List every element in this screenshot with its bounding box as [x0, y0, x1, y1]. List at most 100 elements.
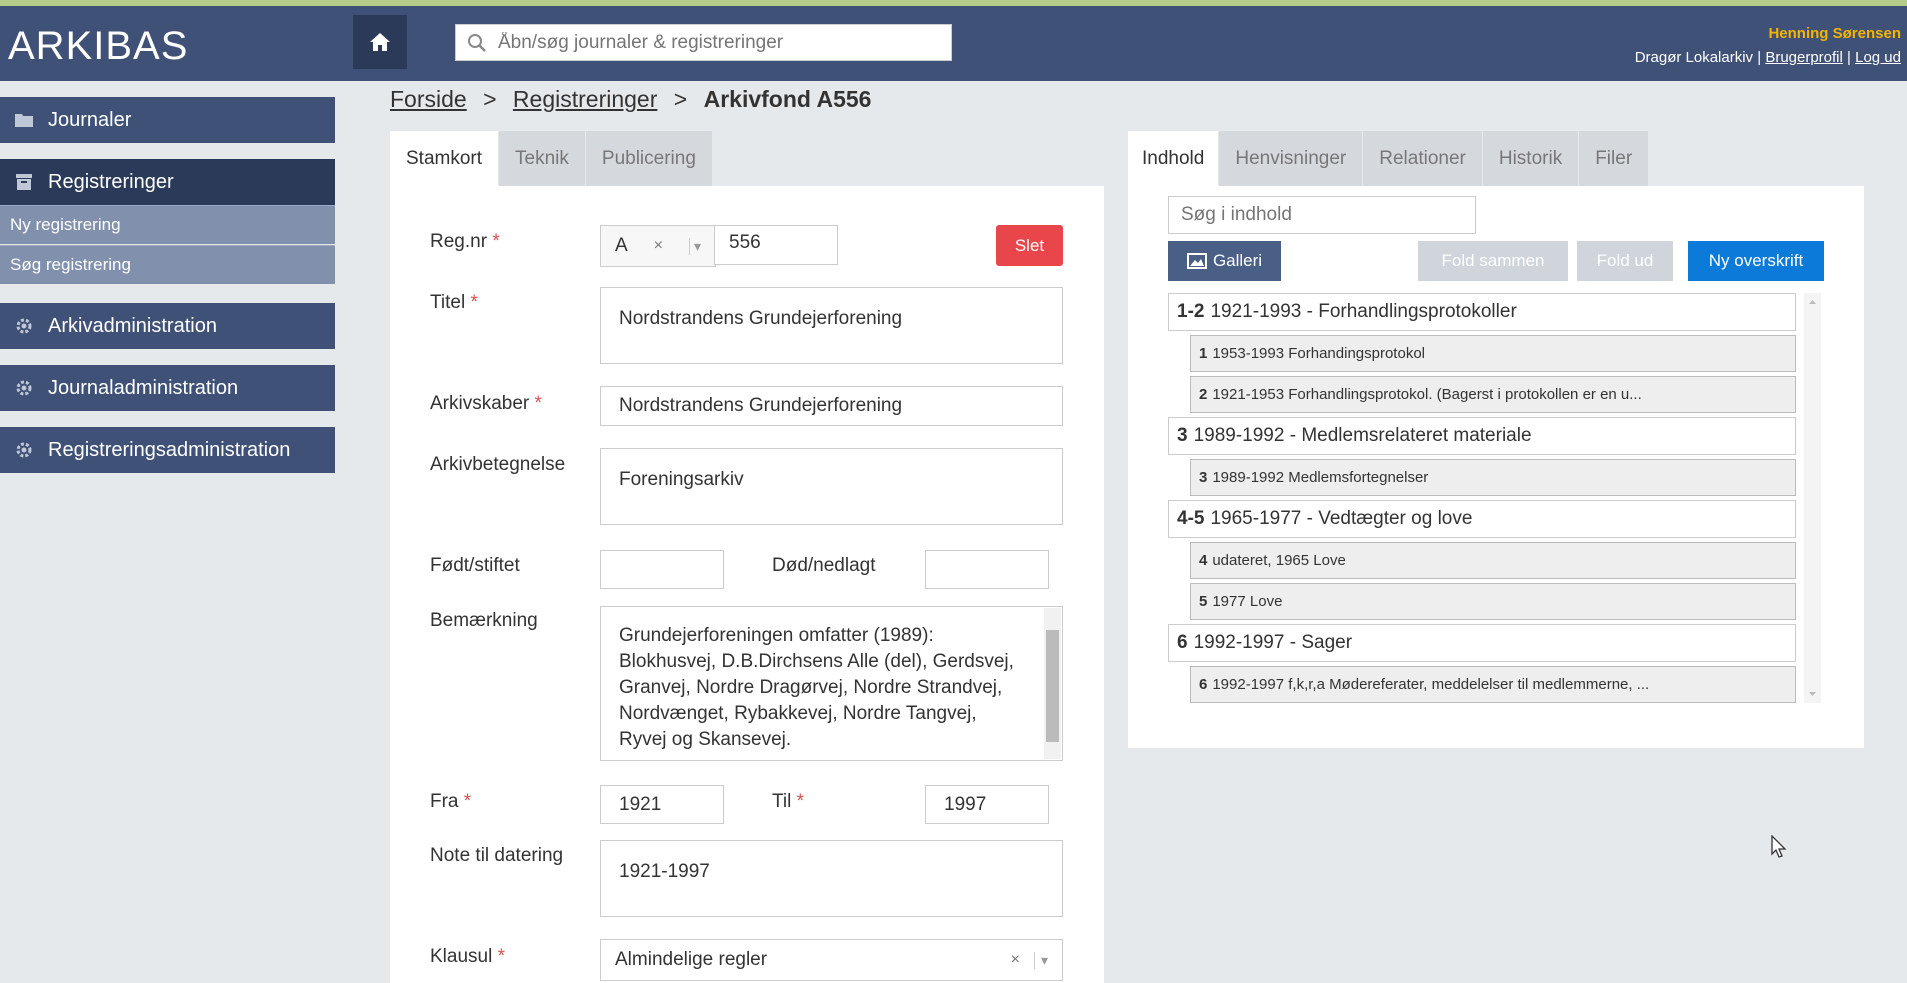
sidebar-subitem-ny-registrering[interactable]: Ny registrering [0, 205, 335, 244]
fodt-label: Født/stiftet [430, 555, 520, 576]
tree-item[interactable]: 6 1992-1997 f,k,r,a Mødereferater, meddel… [1190, 666, 1796, 703]
til-field[interactable]: 1997 [925, 785, 1049, 824]
tree-item[interactable]: 5 1977 Love [1190, 583, 1796, 620]
tab-henvisninger[interactable]: Henvisninger [1219, 131, 1364, 186]
tree-number: 4 [1199, 552, 1208, 569]
sidebar-subitem-sog-registrering[interactable]: Søg registrering [0, 245, 335, 284]
tree-item[interactable]: 3 1989-1992 Medlemsfortegnelser [1190, 459, 1796, 496]
logo-text: ARKIBAS [8, 24, 189, 68]
regnr-label: Reg.nr * [430, 231, 500, 253]
tree-text: 1989-1992 Medlemsfortegnelser [1212, 469, 1429, 486]
tree-item[interactable]: 2 1921-1953 Forhandlingsprotokol. (Bagers… [1190, 376, 1796, 413]
sidebar-item-registreringer[interactable]: Registreringer [0, 159, 335, 205]
tree-number: 5 [1199, 593, 1208, 610]
sidebar-item-journaler[interactable]: Journaler [0, 97, 335, 143]
tab-teknik[interactable]: Teknik [499, 131, 586, 186]
tree-item[interactable]: 1 1953-1993 Forhandingsprotokol [1190, 335, 1796, 372]
arkivskaber-field[interactable]: Nordstrandens Grundejerforening [600, 386, 1063, 426]
tree-heading[interactable]: 3 1989-1992 - Medlemsrelateret materiale [1168, 417, 1796, 455]
tab-publicering[interactable]: Publicering [585, 131, 713, 186]
tab-historik[interactable]: Historik [1482, 131, 1580, 186]
required-mark: * [470, 292, 478, 313]
content-search[interactable] [1168, 196, 1476, 234]
home-icon [370, 33, 390, 51]
titel-label: Titel * [430, 292, 478, 314]
app-header: ARKIBAS Henning Sørensen Dragør Lokalark… [0, 6, 1907, 81]
label-text: Til [772, 791, 792, 812]
app-logo[interactable]: ARKIBAS [8, 24, 188, 69]
label-text: Reg.nr [430, 231, 488, 252]
fodt-field[interactable] [600, 550, 724, 589]
sidebar-item-journaladministration[interactable]: Journaladministration [0, 365, 335, 411]
content-tabs: Indhold Henvisninger Relationer Historik… [1128, 131, 1650, 186]
profile-link[interactable]: Brugerprofil [1765, 49, 1843, 66]
global-search[interactable] [455, 24, 952, 61]
logout-link[interactable]: Log ud [1855, 49, 1901, 66]
tree-item[interactable]: 4 udateret, 1965 Love [1190, 542, 1796, 579]
arkivbetegnelse-field[interactable]: Foreningsarkiv [600, 448, 1063, 525]
klausul-select[interactable]: Almindelige regler × ▾ [600, 939, 1063, 981]
scroll-down-icon[interactable] [1804, 687, 1821, 701]
label-text: Arkivskaber [430, 393, 530, 414]
indhold-panel: Galleri Fold sammen Fold ud Ny overskrif… [1128, 186, 1864, 748]
note-field[interactable]: 1921-1997 [600, 840, 1063, 917]
chevron-down-icon[interactable]: ▾ [1033, 951, 1048, 969]
mouse-cursor-icon [1771, 835, 1787, 858]
tree-scrollbar[interactable] [1804, 293, 1821, 703]
tree-number: 6 [1177, 632, 1188, 653]
scroll-up-icon[interactable] [1804, 295, 1821, 309]
tree-text: 1977 Love [1212, 593, 1283, 610]
tab-indhold[interactable]: Indhold [1128, 131, 1220, 186]
home-button[interactable] [353, 15, 407, 69]
regnr-prefix-select[interactable]: A × ▾ [600, 225, 716, 267]
tab-relationer[interactable]: Relationer [1363, 131, 1483, 186]
breadcrumb-separator: > [483, 86, 497, 112]
breadcrumb-registreringer[interactable]: Registreringer [513, 86, 657, 112]
delete-button[interactable]: Slet [996, 225, 1063, 266]
bemaerkning-scrollbar[interactable] [1044, 608, 1061, 759]
tree-text: 1953-1993 Forhandingsprotokol [1212, 345, 1425, 362]
klausul-value: Almindelige regler [615, 949, 768, 970]
tree-text: 1992-1997 f,k,r,a Mødereferater, meddele… [1212, 676, 1650, 693]
required-mark: * [463, 791, 472, 812]
tree-text: 1992-1997 - Sager [1193, 632, 1353, 653]
tree-heading[interactable]: 6 1992-1997 - Sager [1168, 624, 1796, 662]
bemaerkning-text: Grundejerforeningen omfatter (1989): Blo… [619, 625, 1014, 750]
collapse-button[interactable]: Fold sammen [1418, 241, 1568, 281]
gallery-button[interactable]: Galleri [1168, 241, 1281, 281]
clear-icon[interactable]: × [1011, 951, 1020, 969]
breadcrumb-home[interactable]: Forside [390, 86, 467, 112]
separator: | [1847, 49, 1851, 66]
tree-heading[interactable]: 1-2 1921-1993 - Forhandlingsprotokoller [1168, 293, 1796, 331]
titel-field[interactable]: Nordstrandens Grundejerforening [600, 287, 1063, 364]
new-heading-button[interactable]: Ny overskrift [1688, 241, 1824, 281]
regnr-input[interactable]: 556 [714, 225, 838, 265]
sidebar-item-registreringsadministration[interactable]: Registreringsadministration [0, 427, 335, 473]
dod-field[interactable] [925, 550, 1049, 589]
fra-field[interactable]: 1921 [600, 785, 724, 824]
tab-stamkort[interactable]: Stamkort [390, 131, 500, 186]
tree-number: 6 [1199, 676, 1208, 693]
expand-button[interactable]: Fold ud [1577, 241, 1673, 281]
sidebar-item-arkivadministration[interactable]: Arkivadministration [0, 303, 335, 349]
clear-icon[interactable]: × [654, 237, 663, 255]
image-icon [1186, 253, 1207, 269]
scrollbar-thumb[interactable] [1046, 630, 1059, 742]
record-tabs: Stamkort Teknik Publicering [390, 131, 713, 186]
breadcrumb: Forside > Registreringer > Arkivfond A55… [390, 86, 871, 113]
klausul-label: Klausul * [430, 946, 505, 968]
content-search-input[interactable] [1181, 204, 1461, 226]
chevron-down-icon[interactable]: ▾ [688, 237, 701, 255]
tab-filer[interactable]: Filer [1579, 131, 1650, 186]
tree-number: 1-2 [1177, 301, 1205, 322]
required-mark: * [492, 231, 500, 252]
tree-heading[interactable]: 4-5 1965-1977 - Vedtægter og love [1168, 500, 1796, 538]
tree-text: 1921-1993 - Forhandlingsprotokoller [1210, 301, 1517, 322]
bemaerkning-label: Bemærkning [430, 610, 538, 631]
sidebar-item-label: Journaler [48, 108, 132, 131]
bemaerkning-field[interactable]: Grundejerforeningen omfatter (1989): Blo… [600, 606, 1063, 761]
required-mark: * [796, 791, 805, 812]
global-search-input[interactable] [498, 31, 938, 54]
regnr-prefix-value: A [615, 235, 628, 256]
sidebar-item-label: Arkivadministration [48, 314, 217, 337]
